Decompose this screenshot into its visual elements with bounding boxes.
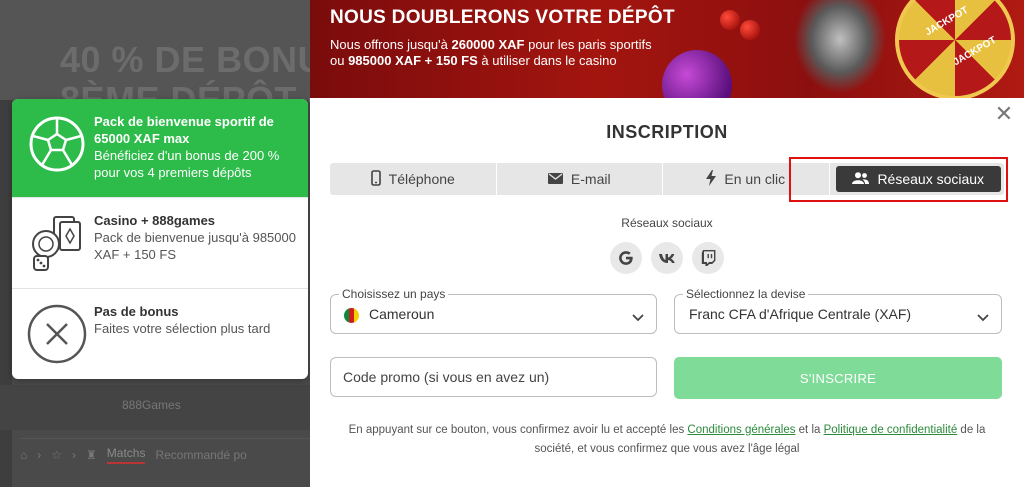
tab-label: En un clic [724,171,786,187]
vk-icon[interactable] [651,242,683,274]
cherry-decoration [740,20,760,40]
chevron-right-icon: › [37,447,42,462]
tab-one-click[interactable]: En un clic [663,163,830,195]
chevron-right-icon: › [72,447,77,462]
legal-notice: En appuyant sur ce bouton, vous confirme… [330,421,1004,459]
cherry-decoration [720,10,740,30]
banner-line-2-suffix: à utiliser dans le casino [477,53,617,68]
currency-select-value: Franc CFA d'Afrique Centrale (XAF) [689,306,912,322]
close-icon[interactable]: ✕ [994,103,1014,125]
banner-line-1-suffix: pour les paris sportifs [524,37,652,52]
bonus-option-title: Pack de bienvenue sportif de 65000 XAF m… [94,114,274,146]
tab-label: E-mail [570,171,611,187]
google-icon[interactable] [610,242,642,274]
registration-modal: ✕ INSCRIPTION Téléphone E-mail En un cli… [310,98,1024,487]
tab-label: Réseaux sociaux [877,171,985,187]
bonus-option-description: Bénéficiez d'un bonus de 200 % pour vos … [94,148,280,180]
banner-line-2-prefix: ou [330,53,349,68]
envelope-icon [547,171,563,187]
bonus-option-title: Pas de bonus [94,304,179,319]
trophy-decoration [790,0,890,98]
legal-text: et la [795,424,824,436]
social-networks-label: Réseaux sociaux [621,216,713,230]
tab-social-networks[interactable]: Réseaux sociaux [835,166,1001,192]
lightning-icon [706,169,717,189]
plum-decoration [662,50,732,98]
tab-email[interactable]: E-mail [497,163,663,195]
home-icon: ⌂ [20,447,28,462]
bonus-option-description: Pack de bienvenue jusqu'à 985000 XAF + 1… [94,230,296,262]
register-button[interactable]: S'INSCRIRE [674,357,1002,399]
promo-code-input[interactable] [330,357,657,397]
chevron-down-icon [977,309,989,327]
soccer-ball-icon [26,113,88,175]
casino-chips-icon [26,212,88,274]
wheel-text: JACKPOT [923,4,971,39]
twitch-icon[interactable] [692,242,724,274]
bonus-option-sport[interactable]: Pack de bienvenue sportif de 65000 XAF m… [12,99,308,198]
banner-line-1-prefix: Nous offrons jusqu'à [330,37,452,52]
cameroon-flag-icon [344,308,359,323]
users-icon [852,171,870,187]
background-tab-matches: Matchs [106,446,146,464]
background-hero: 40 % DE BONUS 8ÈME DÉPÔT + 150 [0,0,401,120]
trophy-icon: ♜ [86,447,97,462]
banner-line-2: ou 985000 XAF + 150 FS à utiliser dans l… [330,53,617,68]
legal-text: En appuyant sur ce bouton, vous confirme… [348,424,688,436]
banner-title: NOUS DOUBLERONS VOTRE DÉPÔT [330,7,675,28]
star-icon: ☆ [51,447,63,462]
background-tab-recommended: Recommandé po [155,447,247,462]
social-login-buttons [610,242,724,274]
chevron-down-icon [632,309,644,327]
no-bonus-icon [26,303,88,365]
promo-banner: JACKPOT JACKPOT NOUS DOUBLERONS VOTRE DÉ… [310,0,1024,98]
background-breadcrumb: ⌂ › ☆ › ♜ Matchs Recommandé po [20,438,310,470]
phone-icon [370,169,381,189]
bonus-option-none[interactable]: Pas de bonus Faites votre sélection plus… [12,289,308,379]
bonus-option-title: Casino + 888games [94,213,216,228]
banner-line-2-amount: 985000 XAF + 150 FS [348,53,478,68]
bonus-option-casino[interactable]: Casino + 888games Pack de bienvenue jusq… [12,198,308,289]
bonus-selection-panel: Pack de bienvenue sportif de 65000 XAF m… [12,99,308,379]
registration-method-tabs: Téléphone E-mail En un clic Réseaux soci… [330,163,1004,195]
banner-line-1-amount: 260000 XAF [451,37,525,52]
background-games-label: 888Games [122,398,181,412]
country-select-value: Cameroun [369,306,435,322]
banner-line-1: Nous offrons jusqu'à 260000 XAF pour les… [330,37,652,52]
tab-label: Téléphone [388,171,455,187]
tab-phone[interactable]: Téléphone [330,163,497,195]
currency-select[interactable]: Sélectionnez la devise Franc CFA d'Afriq… [674,287,1002,334]
privacy-policy-link[interactable]: Politique de confidentialité [824,424,958,436]
country-select[interactable]: Choisissez un pays Cameroun [330,287,657,334]
currency-select-label: Sélectionnez la devise [683,287,809,301]
country-select-label: Choisissez un pays [339,287,449,301]
modal-title: INSCRIPTION [606,122,728,142]
bonus-option-description: Faites votre sélection plus tard [94,321,271,336]
jackpot-wheel-decoration: JACKPOT JACKPOT [895,0,1015,98]
wheel-text: JACKPOT [951,34,999,69]
terms-link[interactable]: Conditions générales [687,424,795,436]
